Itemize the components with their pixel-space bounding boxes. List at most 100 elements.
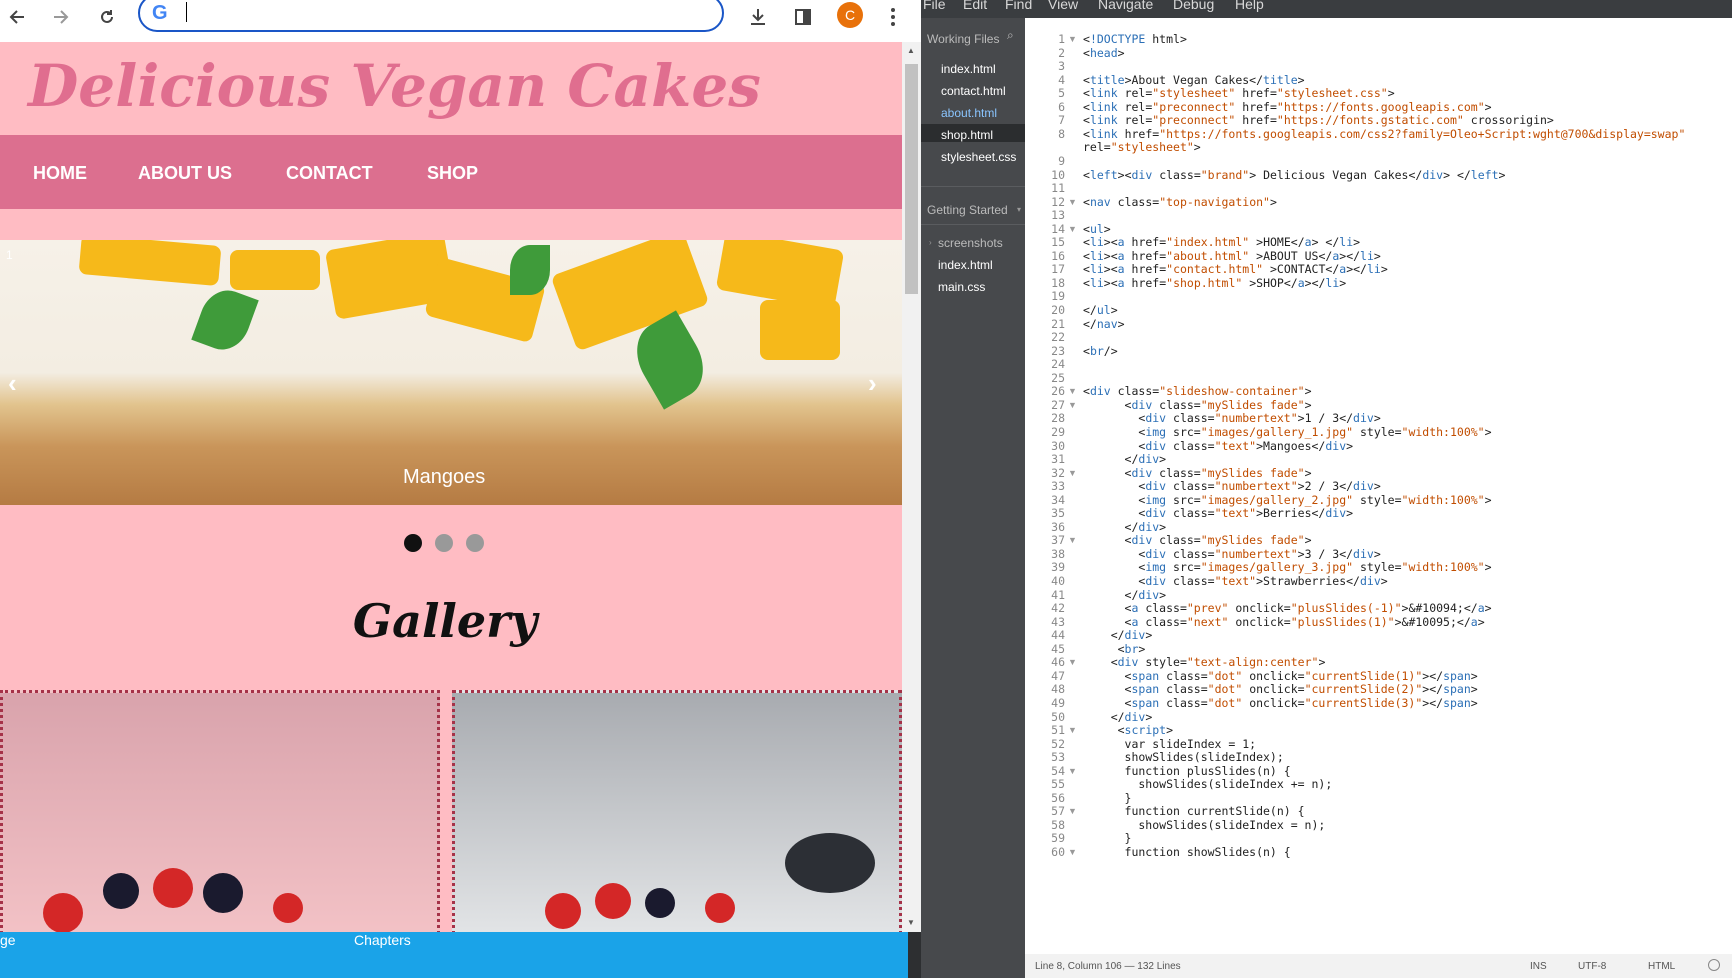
code-line[interactable]: function currentSlide(n) { (1083, 804, 1305, 818)
code-line[interactable]: <img src="images/gallery_3.jpg" style="w… (1083, 560, 1491, 574)
code-line[interactable]: <br> (1083, 642, 1146, 656)
code-line[interactable]: </div> (1083, 520, 1167, 534)
code-line[interactable]: <img src="images/gallery_1.jpg" style="w… (1083, 425, 1491, 439)
code-line[interactable]: <li><a href="shop.html" >SHOP</a></li> (1083, 276, 1346, 290)
back-arrow-icon[interactable] (2, 2, 32, 32)
code-line[interactable]: <script> (1083, 723, 1173, 737)
scroll-up-icon[interactable]: ▲ (907, 46, 915, 55)
code-line[interactable]: <head> (1083, 46, 1125, 60)
code-line[interactable]: </div> (1083, 588, 1167, 602)
working-file-index[interactable]: index.html (941, 62, 996, 76)
chevron-right-icon[interactable]: › (929, 238, 932, 247)
code-line[interactable]: <div class="mySlides fade"> (1083, 398, 1312, 412)
code-line[interactable]: <link href="https://fonts.googleapis.com… (1083, 127, 1685, 141)
language-select[interactable]: HTML (1648, 961, 1675, 972)
code-line[interactable]: <link rel="preconnect" href="https://fon… (1083, 100, 1492, 114)
menu-find[interactable]: Find (1005, 0, 1032, 12)
menu-help[interactable]: Help (1235, 0, 1264, 12)
fold-toggle-icon[interactable]: ▼ (1068, 34, 1077, 44)
nav-contact-link[interactable]: CONTACT (286, 163, 373, 184)
chapters-label[interactable]: Chapters (354, 932, 411, 948)
slide-prev-arrow[interactable]: ‹ (8, 368, 17, 399)
fold-toggle-icon[interactable]: ▼ (1068, 806, 1077, 816)
fold-toggle-icon[interactable]: ▼ (1068, 197, 1077, 207)
menu-view[interactable]: View (1048, 0, 1078, 12)
code-line[interactable]: <!DOCTYPE html> (1083, 32, 1187, 46)
code-line[interactable]: function plusSlides(n) { (1083, 764, 1291, 778)
code-line[interactable]: showSlides(slideIndex); (1083, 750, 1284, 764)
code-line[interactable]: </ul> (1083, 303, 1118, 317)
fold-toggle-icon[interactable]: ▼ (1068, 766, 1077, 776)
scroll-down-icon[interactable]: ▼ (907, 918, 915, 927)
code-line[interactable]: <a class="next" onclick="plusSlides(1)">… (1083, 615, 1485, 629)
code-line[interactable]: <span class="dot" onclick="currentSlide(… (1083, 682, 1478, 696)
code-line[interactable]: <div class="text">Mangoes</div> (1083, 439, 1353, 453)
menu-edit[interactable]: Edit (963, 0, 987, 12)
code-line[interactable]: showSlides(slideIndex = n); (1083, 818, 1325, 832)
code-line[interactable]: <div class="slideshow-container"> (1083, 384, 1312, 398)
code-line[interactable]: var slideIndex = 1; (1083, 737, 1257, 751)
code-line[interactable]: <div class="mySlides fade"> (1083, 533, 1312, 547)
side-panel-icon[interactable] (788, 2, 818, 32)
getting-started-label[interactable]: Getting Started (927, 203, 1008, 217)
code-line[interactable]: <ul> (1083, 222, 1111, 236)
code-line[interactable]: <link rel="stylesheet" href="stylesheet.… (1083, 86, 1395, 100)
code-line[interactable]: <div class="numbertext">1 / 3</div> (1083, 411, 1380, 425)
code-line[interactable]: </nav> (1083, 317, 1125, 331)
working-file-shop[interactable]: shop.html (941, 128, 993, 142)
code-line[interactable]: <div class="text">Berries</div> (1083, 506, 1353, 520)
code-line[interactable]: } (1083, 791, 1132, 805)
profile-avatar[interactable]: C (837, 2, 863, 28)
code-line[interactable]: <link rel="preconnect" href="https://fon… (1083, 113, 1554, 127)
search-icon[interactable]: ⌕ (1007, 28, 1014, 43)
nav-about-link[interactable]: ABOUT US (138, 163, 232, 184)
code-line[interactable]: showSlides(slideIndex += n); (1083, 777, 1332, 791)
fold-toggle-icon[interactable]: ▼ (1068, 468, 1077, 478)
fold-toggle-icon[interactable]: ▼ (1068, 535, 1077, 545)
download-icon[interactable] (743, 2, 773, 32)
code-line[interactable]: <li><a href="index.html" >HOME</a> </li> (1083, 235, 1360, 249)
nav-home-link[interactable]: HOME (33, 163, 87, 184)
page-scrollbar[interactable]: ▲ ▼ (902, 42, 921, 932)
chevron-down-icon[interactable]: ▾ (1017, 205, 1021, 214)
fold-toggle-icon[interactable]: ▼ (1068, 847, 1077, 857)
code-line[interactable]: <a class="prev" onclick="plusSlides(-1)"… (1083, 601, 1492, 615)
code-line[interactable]: <left><div class="brand"> Delicious Vega… (1083, 168, 1505, 182)
code-line[interactable]: <nav class="top-navigation"> (1083, 195, 1277, 209)
status-circle-icon[interactable] (1708, 959, 1720, 971)
code-line[interactable]: <div style="text-align:center"> (1083, 655, 1326, 669)
code-line[interactable]: <span class="dot" onclick="currentSlide(… (1083, 669, 1478, 683)
reload-icon[interactable] (92, 2, 122, 32)
fold-toggle-icon[interactable]: ▼ (1068, 657, 1077, 667)
project-file-index[interactable]: index.html (938, 258, 993, 272)
scroll-thumb[interactable] (905, 64, 918, 294)
menu-file[interactable]: File (923, 0, 946, 12)
fold-toggle-icon[interactable]: ▼ (1068, 400, 1077, 410)
slide-dot-3[interactable] (466, 534, 484, 552)
gallery-image-2[interactable] (452, 690, 902, 932)
fold-toggle-icon[interactable]: ▼ (1068, 386, 1077, 396)
nav-shop-link[interactable]: SHOP (427, 163, 478, 184)
menu-debug[interactable]: Debug (1173, 0, 1214, 12)
code-line[interactable]: } (1083, 831, 1132, 845)
project-file-main-css[interactable]: main.css (938, 280, 985, 294)
code-line[interactable]: </div> (1083, 710, 1153, 724)
slide-dot-2[interactable] (435, 534, 453, 552)
slide-dot-1[interactable] (404, 534, 422, 552)
code-line[interactable]: <div class="text">Strawberries</div> (1083, 574, 1387, 588)
forward-arrow-icon[interactable] (46, 2, 76, 32)
working-file-contact[interactable]: contact.html (941, 84, 1006, 98)
code-line[interactable]: <li><a href="about.html" >ABOUT US</a></… (1083, 249, 1381, 263)
fold-toggle-icon[interactable]: ▼ (1068, 224, 1077, 234)
working-file-about[interactable]: about.html (941, 106, 997, 120)
code-area[interactable]: 1 ▼ <!DOCTYPE html> 2 <head> 3 4 <title>About V… (1025, 18, 1732, 954)
code-line[interactable]: </div> (1083, 452, 1167, 466)
address-bar[interactable]: G (138, 0, 724, 32)
code-line[interactable]: <span class="dot" onclick="currentSlide(… (1083, 696, 1478, 710)
code-line[interactable]: <div class="numbertext">2 / 3</div> (1083, 479, 1380, 493)
code-line[interactable]: <title>About Vegan Cakes</title> (1083, 73, 1305, 87)
code-line[interactable]: <div class="mySlides fade"> (1083, 466, 1312, 480)
code-line[interactable]: function showSlides(n) { (1083, 845, 1291, 859)
gallery-image-1[interactable] (0, 690, 440, 932)
code-line[interactable]: </div> (1083, 628, 1153, 642)
